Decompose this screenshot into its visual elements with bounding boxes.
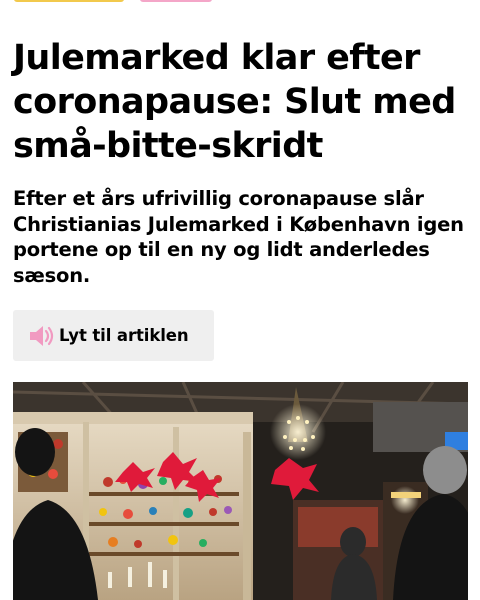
category-tag[interactable] (14, 0, 124, 2)
category-tag[interactable] (140, 0, 212, 2)
article-subheadline: Efter et års ufrivillig coronapause slår… (13, 187, 464, 287)
article-headline: Julemarked klar efter coronapause: Slut … (13, 38, 456, 166)
listen-button-label: Lyt til artiklen (59, 326, 189, 345)
speaker-icon (29, 325, 55, 347)
listen-to-article-button[interactable]: Lyt til artiklen (13, 310, 214, 361)
article-photo[interactable] (13, 382, 468, 600)
